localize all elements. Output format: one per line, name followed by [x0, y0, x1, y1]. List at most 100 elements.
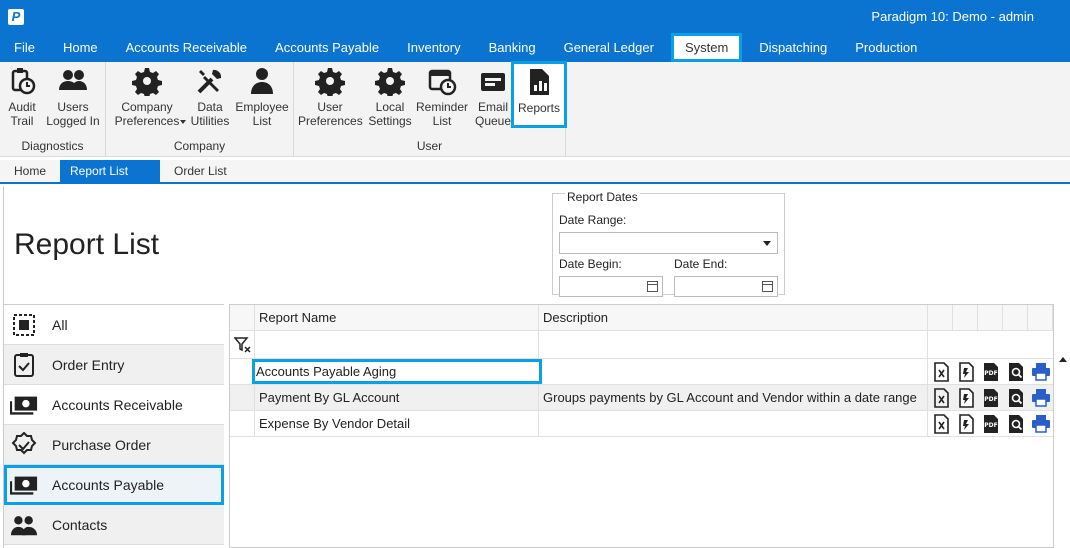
date-range-select[interactable]: [559, 232, 778, 254]
print-icon[interactable]: [1031, 414, 1051, 434]
print-icon[interactable]: [1031, 388, 1051, 408]
reports-label: Reports: [517, 101, 561, 115]
report-name-cell[interactable]: Payment By GL Account: [255, 385, 539, 410]
menu-production[interactable]: Production: [841, 33, 931, 62]
category-contacts[interactable]: Contacts: [4, 505, 224, 545]
preview-icon[interactable]: [1006, 362, 1026, 382]
app-logo: P: [8, 9, 24, 25]
scroll-up-icon[interactable]: [1059, 357, 1067, 362]
email-queue-button[interactable]: Email Queue: [472, 66, 514, 128]
tab-home[interactable]: Home: [4, 160, 56, 182]
user-preferences-label: User Preferences: [298, 100, 363, 128]
clear-filter-icon[interactable]: [230, 331, 255, 358]
print-icon[interactable]: [1031, 362, 1051, 382]
word-export-icon[interactable]: [956, 414, 976, 434]
date-begin-field[interactable]: [559, 276, 663, 297]
table-row[interactable]: Payment By GL Account Groups payments by…: [230, 385, 1053, 411]
gear-icon: [132, 68, 162, 96]
tab-report-list[interactable]: Report List ✕: [60, 160, 160, 201]
category-all[interactable]: All: [4, 305, 224, 345]
employee-list-button[interactable]: Employee List: [234, 66, 290, 128]
svg-text:PDF: PDF: [984, 422, 997, 429]
category-label: Order Entry: [52, 356, 125, 373]
ribbon-group-company: Company Preferences Data Utilities Emplo…: [106, 62, 294, 157]
category-order-entry[interactable]: Order Entry: [4, 345, 224, 385]
category-accounts-receivable[interactable]: Accounts Receivable: [4, 385, 224, 425]
reports-button[interactable]: Reports: [511, 61, 567, 128]
calendar-icon[interactable]: [647, 281, 658, 292]
menu-bar: File Home Accounts Receivable Accounts P…: [0, 33, 931, 62]
page-title: Report List: [14, 228, 160, 261]
excel-export-icon[interactable]: [931, 414, 951, 434]
pdf-export-icon[interactable]: PDF: [981, 414, 1001, 434]
category-accounts-payable[interactable]: Accounts Payable: [4, 465, 224, 505]
user-preferences-button[interactable]: User Preferences: [298, 66, 363, 128]
users-icon: [59, 70, 87, 90]
word-export-icon[interactable]: [956, 388, 976, 408]
title-bar: P Paradigm 10: Demo - admin File Home Ac…: [0, 0, 1070, 62]
clipboard-check-icon: [10, 352, 38, 378]
report-dates-panel: Report Dates Date Range: Date Begin: Dat…: [552, 190, 785, 297]
pdf-export-icon[interactable]: PDF: [981, 388, 1001, 408]
category-label: Accounts Receivable: [52, 396, 183, 413]
date-begin-label: Date Begin:: [559, 257, 622, 271]
menu-system[interactable]: System: [670, 33, 743, 62]
menu-general-ledger[interactable]: General Ledger: [550, 33, 668, 62]
row-indicator: [230, 385, 255, 410]
preview-icon[interactable]: [1006, 388, 1026, 408]
money-icon: [10, 472, 38, 498]
user-group-label: User: [416, 139, 443, 153]
category-purchase-order[interactable]: Purchase Order: [4, 425, 224, 465]
company-preferences-button[interactable]: Company Preferences: [110, 66, 186, 128]
menu-accounts-receivable[interactable]: Accounts Receivable: [112, 33, 261, 62]
category-label: All: [52, 316, 68, 333]
tab-order-list[interactable]: Order List: [164, 160, 237, 182]
badge-check-icon: [10, 431, 38, 458]
chevron-down-icon: [180, 120, 186, 124]
users-logged-in-label: Users Logged In: [46, 100, 100, 128]
table-row[interactable]: Accounts Payable Aging PDF: [230, 359, 1053, 385]
tab-report-list-label: Report List: [70, 164, 129, 178]
grid-header-row: Report Name Description: [230, 305, 1053, 331]
email-queue-label: Email Queue: [474, 100, 512, 128]
select-all-icon: [10, 312, 38, 338]
local-settings-button[interactable]: Local Settings: [368, 66, 412, 128]
report-name-cell[interactable]: Expense By Vendor Detail: [255, 411, 539, 436]
column-header-report-name[interactable]: Report Name: [255, 305, 539, 330]
menu-file[interactable]: File: [0, 33, 49, 62]
column-header-description[interactable]: Description: [539, 305, 928, 330]
preview-icon[interactable]: [1006, 414, 1026, 434]
excel-export-icon[interactable]: [931, 388, 951, 408]
filter-report-name-input[interactable]: [255, 331, 539, 358]
audit-trail-button[interactable]: Audit Trail: [2, 66, 42, 128]
report-list-page: Report List Report Dates Date Range: Dat…: [3, 186, 1070, 548]
report-name-cell[interactable]: Accounts Payable Aging: [252, 359, 542, 384]
date-range-label: Date Range:: [559, 213, 627, 227]
calendar-icon[interactable]: [762, 281, 773, 292]
date-end-field[interactable]: [674, 276, 778, 297]
category-label: Purchase Order: [52, 436, 151, 453]
company-preferences-label: Company Preferences: [114, 100, 180, 128]
column-header-action: [953, 305, 978, 330]
reminder-list-button[interactable]: Reminder List: [416, 66, 468, 128]
calendar-clock-icon: [428, 69, 457, 96]
menu-inventory[interactable]: Inventory: [393, 33, 474, 62]
data-utilities-label: Data Utilities: [190, 100, 230, 128]
gear-icon: [315, 68, 345, 96]
pdf-export-icon[interactable]: PDF: [981, 362, 1001, 382]
menu-dispatching[interactable]: Dispatching: [745, 33, 841, 62]
excel-export-icon[interactable]: [931, 362, 951, 382]
menu-banking[interactable]: Banking: [475, 33, 550, 62]
filter-description-input[interactable]: [539, 331, 928, 358]
person-icon: [251, 68, 273, 94]
menu-accounts-payable[interactable]: Accounts Payable: [261, 33, 393, 62]
users-logged-in-button[interactable]: Users Logged In: [44, 66, 102, 128]
company-group-label: Company: [173, 139, 226, 153]
data-utilities-button[interactable]: Data Utilities: [190, 66, 230, 128]
table-row[interactable]: Expense By Vendor Detail PDF: [230, 411, 1053, 437]
money-icon: [10, 392, 38, 418]
date-end-label: Date End:: [674, 257, 728, 271]
menu-home[interactable]: Home: [49, 33, 112, 62]
grid-scrollbar[interactable]: [1056, 357, 1070, 548]
word-export-icon[interactable]: [956, 362, 976, 382]
